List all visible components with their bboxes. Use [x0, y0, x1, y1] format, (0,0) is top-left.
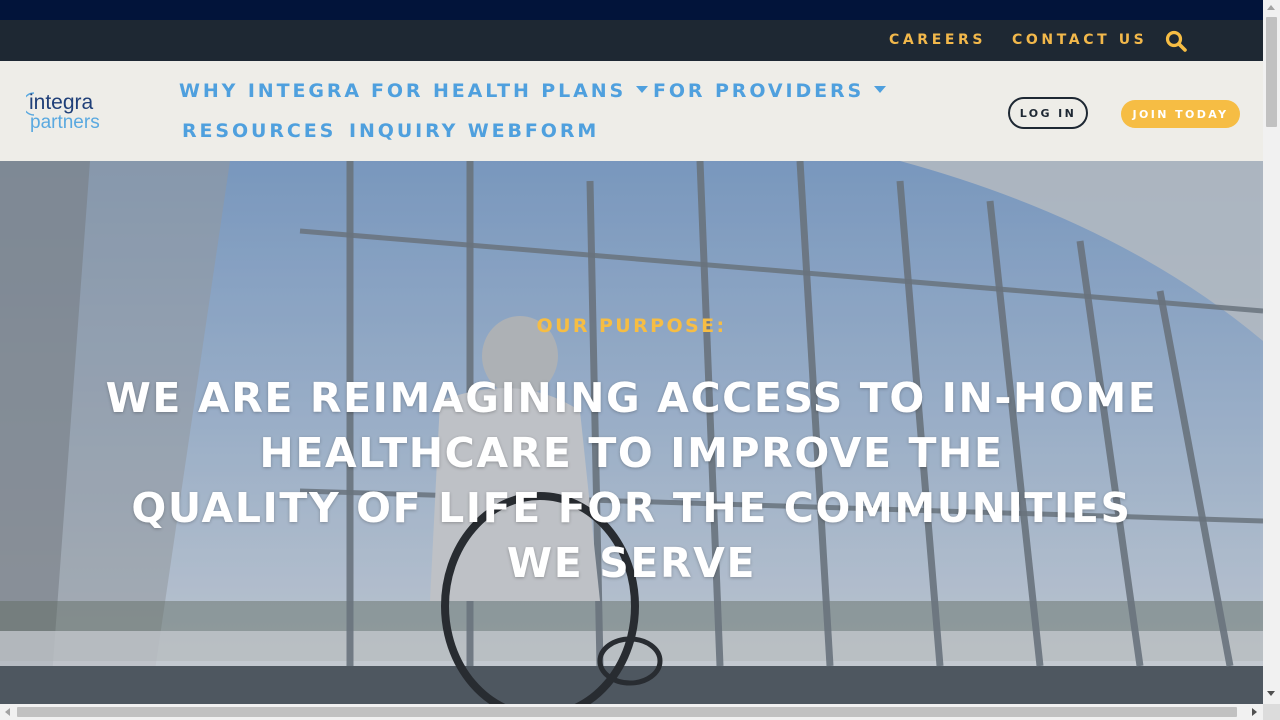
nav-why-integra[interactable]: WHY INTEGRA [179, 80, 362, 102]
hero-headline-line: HEALTHCARE TO IMPROVE THE [259, 429, 1004, 477]
hero-headline: WE ARE REIMAGINING ACCESS TO IN-HOME HEA… [80, 371, 1183, 591]
scroll-left-arrow-icon[interactable] [5, 708, 10, 716]
nav-for-providers-label: FOR PROVIDERS [653, 80, 865, 102]
nav-inquiry-webform[interactable]: INQUIRY WEBFORM [349, 120, 599, 142]
nav-for-health-plans-label: FOR HEALTH PLANS [371, 80, 627, 102]
scrollbar-corner [1263, 704, 1280, 720]
contact-us-link[interactable]: CONTACT US [1012, 32, 1147, 48]
vertical-scroll-thumb[interactable] [1266, 17, 1277, 127]
nav-for-health-plans[interactable]: FOR HEALTH PLANS [371, 80, 649, 102]
logo-text-integra: integra [29, 91, 94, 114]
vertical-scrollbar[interactable] [1263, 0, 1280, 704]
top-strip [0, 0, 1263, 20]
scroll-up-arrow-icon[interactable] [1267, 5, 1275, 10]
chevron-down-icon [636, 86, 649, 93]
nav-for-providers[interactable]: FOR PROVIDERS [653, 80, 887, 102]
join-today-button[interactable]: JOIN TODAY [1121, 100, 1240, 128]
log-in-button[interactable]: LOG IN [1008, 97, 1088, 129]
hero-headline-line: WE SERVE [506, 539, 757, 587]
search-icon[interactable] [1165, 30, 1187, 52]
utility-bar: CAREERS CONTACT US [0, 20, 1263, 61]
nav-why-integra-label: WHY INTEGRA [179, 80, 362, 102]
horizontal-scroll-thumb[interactable] [17, 707, 1237, 717]
scroll-right-arrow-icon[interactable] [1252, 708, 1257, 716]
nav-inquiry-webform-label: INQUIRY WEBFORM [349, 120, 600, 142]
hero-headline-line: WE ARE REIMAGINING ACCESS TO IN-HOME [105, 374, 1158, 422]
hero-headline-line: QUALITY OF LIFE FOR THE COMMUNITIES [131, 484, 1132, 532]
nav-resources[interactable]: RESOURCES [182, 120, 336, 142]
our-purpose-label: OUR PURPOSE: [536, 315, 727, 337]
chevron-down-icon [874, 86, 887, 93]
logo-text-partners: partners [30, 112, 100, 133]
horizontal-scrollbar[interactable] [0, 704, 1263, 720]
integra-partners-logo[interactable]: integra partners [26, 89, 112, 133]
careers-link[interactable]: CAREERS [889, 32, 986, 48]
hero-banner: OUR PURPOSE: WE ARE REIMAGINING ACCESS T… [0, 161, 1263, 704]
logo-mark: integra partners [26, 91, 100, 133]
main-header: integra partners WHY INTEGRA FOR HEALTH … [0, 61, 1263, 161]
scroll-down-arrow-icon[interactable] [1267, 691, 1275, 696]
nav-resources-label: RESOURCES [182, 120, 337, 142]
